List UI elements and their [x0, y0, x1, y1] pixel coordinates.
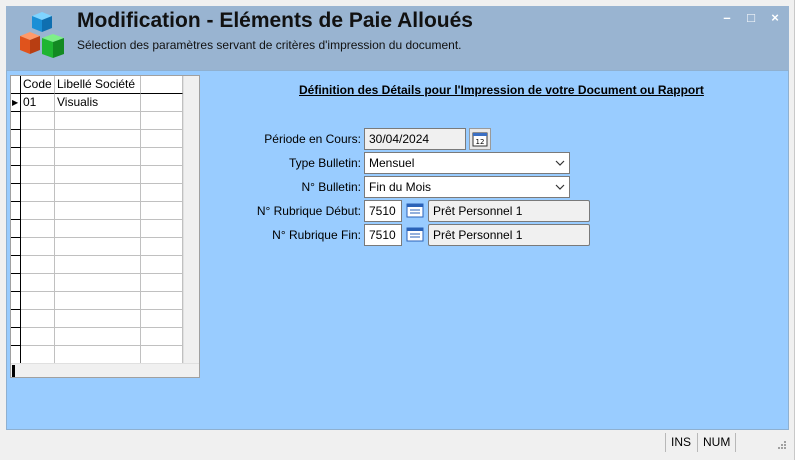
minimize-button[interactable]: – — [718, 10, 736, 26]
cell-label[interactable] — [55, 184, 141, 202]
cell-empty[interactable] — [141, 94, 183, 112]
cell-code[interactable] — [21, 346, 55, 364]
cell-empty[interactable] — [141, 346, 183, 364]
num-bulletin-value: Fin du Mois — [369, 180, 432, 194]
rubrique-debut-label: N° Rubrique Début: — [256, 204, 361, 218]
cell-label[interactable] — [55, 148, 141, 166]
row-indicator[interactable] — [11, 130, 21, 148]
close-button[interactable]: × — [766, 10, 784, 26]
row-indicator[interactable] — [11, 256, 21, 274]
cell-label[interactable] — [55, 112, 141, 130]
cell-code[interactable] — [21, 238, 55, 256]
grid-vertical-scrollbar[interactable] — [183, 76, 199, 363]
cell-empty[interactable] — [141, 310, 183, 328]
row-indicator[interactable] — [11, 166, 21, 184]
periode-field[interactable]: 30/04/2024 — [364, 128, 466, 150]
row-indicator[interactable] — [11, 346, 21, 364]
column-header-code[interactable]: Code — [21, 76, 55, 94]
row-indicator[interactable] — [11, 184, 21, 202]
content-panel: Code Libellé Société ▶ 01 Visualis Définit… — [6, 70, 789, 430]
cell-label[interactable] — [55, 238, 141, 256]
cell-code[interactable] — [21, 274, 55, 292]
rubrique-debut-desc: Prêt Personnel 1 — [428, 200, 590, 222]
row-indicator[interactable] — [11, 220, 21, 238]
grid-horizontal-scrollbar[interactable] — [11, 363, 199, 377]
list-lookup-icon[interactable] — [404, 224, 426, 246]
cell-code[interactable] — [21, 166, 55, 184]
cell-code[interactable] — [21, 310, 55, 328]
cell-code[interactable] — [21, 112, 55, 130]
grid-rows: Code Libellé Société ▶ 01 Visualis — [11, 76, 183, 364]
row-indicator[interactable] — [11, 292, 21, 310]
cell-empty[interactable] — [141, 112, 183, 130]
cell-code[interactable]: 01 — [21, 94, 55, 112]
num-bulletin-select[interactable]: Fin du Mois — [364, 176, 570, 198]
cell-label[interactable] — [55, 166, 141, 184]
grid-corner — [11, 76, 21, 94]
cell-label[interactable] — [55, 202, 141, 220]
row-indicator[interactable] — [11, 202, 21, 220]
row-indicator[interactable] — [11, 238, 21, 256]
cell-code[interactable] — [21, 220, 55, 238]
cell-code[interactable] — [21, 130, 55, 148]
cell-empty[interactable] — [141, 274, 183, 292]
app-cubes-icon — [20, 12, 64, 58]
type-bulletin-label: Type Bulletin: — [288, 156, 361, 170]
resize-grip-icon[interactable] — [775, 440, 787, 452]
cell-label[interactable] — [55, 292, 141, 310]
window-subtitle: Sélection des paramètres servant de crit… — [77, 38, 462, 52]
company-grid[interactable]: Code Libellé Société ▶ 01 Visualis — [10, 75, 200, 378]
main-window: Modification - Eléments de Paie Alloués … — [0, 0, 795, 460]
status-ins: INS — [665, 433, 697, 452]
status-empty-panel — [735, 433, 775, 452]
type-bulletin-select[interactable]: Mensuel — [364, 152, 570, 174]
chevron-down-icon[interactable] — [553, 179, 567, 195]
grid-scroll-thumb[interactable] — [12, 365, 15, 377]
rubrique-fin-desc: Prêt Personnel 1 — [428, 224, 590, 246]
cell-label[interactable] — [55, 310, 141, 328]
cell-code[interactable] — [21, 292, 55, 310]
form-title: Définition des Détails pour l'Impression… — [299, 83, 704, 97]
cell-label[interactable] — [55, 274, 141, 292]
cell-code[interactable] — [21, 148, 55, 166]
calendar-icon[interactable]: 12 — [469, 128, 491, 150]
periode-label: Période en Cours: — [264, 132, 361, 146]
row-indicator[interactable] — [11, 328, 21, 346]
rubrique-fin-label: N° Rubrique Fin: — [272, 228, 361, 242]
row-indicator[interactable] — [11, 310, 21, 328]
num-bulletin-label: N° Bulletin: — [301, 180, 362, 194]
rubrique-debut-code-field[interactable]: 7510 — [364, 200, 402, 222]
window-title: Modification - Eléments de Paie Alloués — [77, 9, 473, 32]
type-bulletin-value: Mensuel — [369, 156, 415, 170]
column-header-libelle[interactable]: Libellé Société — [55, 76, 141, 94]
cell-label[interactable]: Visualis — [55, 94, 141, 112]
row-indicator[interactable] — [11, 148, 21, 166]
cell-label[interactable] — [55, 130, 141, 148]
row-indicator[interactable] — [11, 112, 21, 130]
cell-code[interactable] — [21, 328, 55, 346]
maximize-button[interactable]: □ — [742, 10, 760, 26]
column-header-extra — [141, 76, 183, 94]
cell-empty[interactable] — [141, 256, 183, 274]
cell-label[interactable] — [55, 346, 141, 364]
row-indicator[interactable] — [11, 274, 21, 292]
cell-label[interactable] — [55, 220, 141, 238]
status-num: NUM — [697, 433, 735, 452]
chevron-down-icon[interactable] — [553, 155, 567, 171]
cell-empty[interactable] — [141, 328, 183, 346]
list-lookup-icon[interactable] — [404, 200, 426, 222]
cell-code[interactable] — [21, 202, 55, 220]
status-bar: INS NUM — [6, 431, 789, 454]
title-bar: Modification - Eléments de Paie Alloués … — [6, 6, 789, 70]
rubrique-fin-code-field[interactable]: 7510 — [364, 224, 402, 246]
cell-empty[interactable] — [141, 292, 183, 310]
svg-text:12: 12 — [476, 138, 485, 146]
cell-code[interactable] — [21, 184, 55, 202]
cell-label[interactable] — [55, 328, 141, 346]
row-indicator[interactable]: ▶ — [11, 94, 21, 112]
cell-code[interactable] — [21, 256, 55, 274]
cell-label[interactable] — [55, 256, 141, 274]
